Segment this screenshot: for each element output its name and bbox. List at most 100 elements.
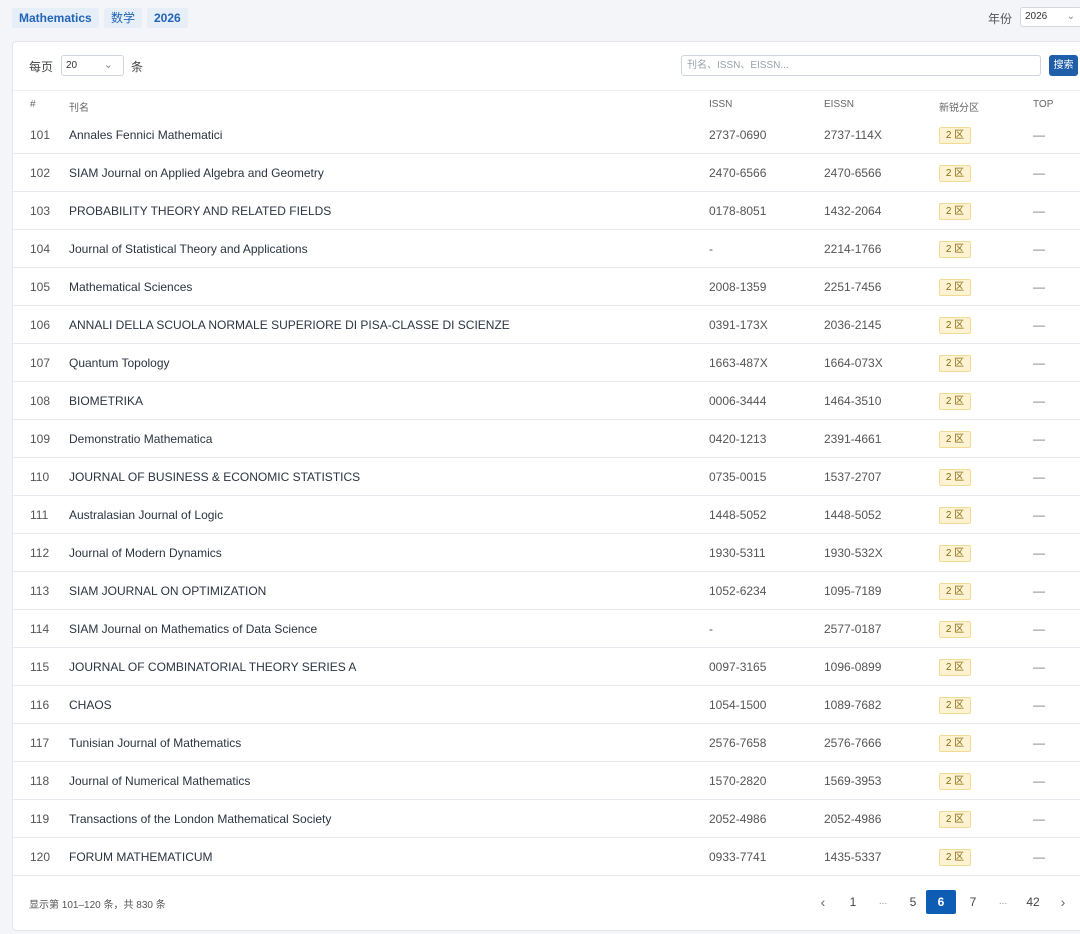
top-value: — — [1033, 698, 1045, 712]
journal-table-panel: 每页 20 ⌄ 条 搜索 # 刊名 ISSN EISSN 新锐分区 TOP 10… — [12, 41, 1080, 931]
journal-name[interactable]: ANNALI DELLA SCUOLA NORMALE SUPERIORE DI… — [69, 318, 510, 332]
table-row[interactable]: 115 JOURNAL OF COMBINATORIAL THEORY SERIE… — [13, 648, 1080, 686]
zone-badge: 2 区 — [939, 697, 971, 714]
page-button[interactable]: 5 — [898, 890, 928, 914]
row-number: 106 — [30, 318, 51, 332]
header-top: TOP — [1033, 99, 1054, 110]
table-row[interactable]: 114 SIAM Journal on Mathematics of Data S… — [13, 610, 1080, 648]
journal-name[interactable]: Australasian Journal of Logic — [69, 508, 223, 522]
page-button[interactable]: 42 — [1018, 890, 1048, 914]
table-row[interactable]: 103 PROBABILITY THEORY AND RELATED FIELDS… — [13, 192, 1080, 230]
table-row[interactable]: 107 Quantum Topology 1663-487X 1664-073X 2 区… — [13, 344, 1080, 382]
journal-name[interactable]: PROBABILITY THEORY AND RELATED FIELDS — [69, 204, 331, 218]
table-row[interactable]: 113 SIAM JOURNAL ON OPTIMIZATION 1052-6234… — [13, 572, 1080, 610]
table-row[interactable]: 101 Annales Fennici Mathematici 2737-0690 2… — [13, 116, 1080, 154]
journal-name[interactable]: SIAM Journal on Applied Algebra and Geom… — [69, 166, 324, 180]
table-row[interactable]: 102 SIAM Journal on Applied Algebra and G… — [13, 154, 1080, 192]
table-row[interactable]: 119 Transactions of the London Mathematic… — [13, 800, 1080, 838]
row-number: 115 — [30, 660, 50, 674]
zone-badge: 2 区 — [939, 849, 971, 866]
issn-value: 0006-3444 — [709, 394, 767, 408]
table-row[interactable]: 112 Journal of Modern Dynamics 1930-5311 19… — [13, 534, 1080, 572]
journal-name[interactable]: Journal of Numerical Mathematics — [69, 774, 250, 788]
journal-name[interactable]: SIAM Journal on Mathematics of Data Scie… — [69, 622, 317, 636]
zone-badge: 2 区 — [939, 773, 971, 790]
issn-value: 0178-8051 — [709, 204, 767, 218]
row-number: 103 — [30, 204, 51, 218]
issn-value: 0933-7741 — [709, 850, 767, 864]
table-row[interactable]: 106 ANNALI DELLA SCUOLA NORMALE SUPERIORE… — [13, 306, 1080, 344]
eissn-value: 1569-3953 — [824, 774, 882, 788]
journal-name[interactable]: Quantum Topology — [69, 356, 170, 370]
top-value: — — [1033, 774, 1045, 788]
zone-badge: 2 区 — [939, 583, 971, 600]
issn-value: 2576-7658 — [709, 736, 767, 750]
table-row[interactable]: 116 CHAOS 1054-1500 1089-7682 2 区 — — [13, 686, 1080, 724]
year-tag[interactable]: 2026 — [147, 8, 188, 28]
eissn-value: 1664-073X — [824, 356, 883, 370]
page-button[interactable]: 7 — [958, 890, 988, 914]
journal-name[interactable]: Transactions of the London Mathematical … — [69, 812, 331, 826]
journal-name[interactable]: JOURNAL OF BUSINESS & ECONOMIC STATISTIC… — [69, 470, 360, 484]
journal-name[interactable]: CHAOS — [69, 698, 112, 712]
journal-name[interactable]: JOURNAL OF COMBINATORIAL THEORY SERIES A — [69, 660, 356, 674]
table-row[interactable]: 108 BIOMETRIKA 0006-3444 1464-3510 2 区 — — [13, 382, 1080, 420]
per-page-unit: 条 — [131, 60, 144, 74]
zone-badge: 2 区 — [939, 735, 971, 752]
top-bar: Mathematics 数学 2026 年份 2026 ⌄ — [0, 0, 1080, 36]
issn-value: 0391-173X — [709, 318, 768, 332]
zone-badge: 2 区 — [939, 469, 971, 486]
zone-badge: 2 区 — [939, 317, 971, 334]
page-button[interactable]: 1 — [838, 890, 868, 914]
row-number: 113 — [30, 584, 50, 598]
search-input[interactable] — [681, 55, 1041, 76]
journal-name[interactable]: SIAM JOURNAL ON OPTIMIZATION — [69, 584, 266, 598]
journal-name[interactable]: Journal of Statistical Theory and Applic… — [69, 242, 308, 256]
top-value: — — [1033, 508, 1045, 522]
chevron-left-icon[interactable]: ‹ — [808, 890, 838, 914]
eissn-value: 1435-5337 — [824, 850, 882, 864]
eissn-value: 2251-7456 — [824, 280, 882, 294]
table-row[interactable]: 110 JOURNAL OF BUSINESS & ECONOMIC STATIS… — [13, 458, 1080, 496]
zone-badge: 2 区 — [939, 393, 971, 410]
table-row[interactable]: 105 Mathematical Sciences 2008-1359 2251-74… — [13, 268, 1080, 306]
per-page-label: 每页 — [29, 60, 54, 74]
zone-badge: 2 区 — [939, 203, 971, 220]
eissn-value: 1930-532X — [824, 546, 883, 560]
journal-name[interactable]: Mathematical Sciences — [69, 280, 192, 294]
page-button-active[interactable]: 6 — [926, 890, 956, 914]
table-row[interactable]: 118 Journal of Numerical Mathematics 1570-… — [13, 762, 1080, 800]
chevron-right-icon[interactable]: › — [1048, 890, 1078, 914]
row-number: 110 — [30, 470, 50, 484]
table-body: 101 Annales Fennici Mathematici 2737-0690 2… — [13, 116, 1080, 876]
issn-value: 1570-2820 — [709, 774, 767, 788]
top-value: — — [1033, 318, 1045, 332]
top-value: — — [1033, 584, 1045, 598]
top-value: — — [1033, 128, 1045, 142]
row-number: 117 — [30, 736, 50, 750]
journal-name[interactable]: Demonstratio Mathematica — [69, 432, 212, 446]
journal-name[interactable]: FORUM MATHEMATICUM — [69, 850, 213, 864]
table-row[interactable]: 117 Tunisian Journal of Mathematics 2576-7… — [13, 724, 1080, 762]
issn-value: 1052-6234 — [709, 584, 767, 598]
table-row[interactable]: 111 Australasian Journal of Logic 1448-505… — [13, 496, 1080, 534]
eissn-value: 1464-3510 — [824, 394, 882, 408]
subject-tag-cn[interactable]: 数学 — [104, 8, 143, 28]
per-page-select[interactable]: 20 ⌄ — [61, 55, 124, 76]
row-number: 107 — [30, 356, 51, 370]
search-button[interactable]: 搜索 — [1049, 55, 1078, 76]
header-issn: ISSN — [709, 99, 733, 110]
table-row[interactable]: 109 Demonstratio Mathematica 0420-1213 2391… — [13, 420, 1080, 458]
journal-name[interactable]: Annales Fennici Mathematici — [69, 128, 222, 142]
issn-value: 1930-5311 — [709, 546, 766, 560]
subject-tag-en[interactable]: Mathematics — [12, 8, 99, 28]
eissn-value: 2576-7666 — [824, 736, 882, 750]
journal-name[interactable]: Journal of Modern Dynamics — [69, 546, 222, 560]
journal-name[interactable]: BIOMETRIKA — [69, 394, 143, 408]
table-row[interactable]: 120 FORUM MATHEMATICUM 0933-7741 1435-5337 2… — [13, 838, 1080, 876]
journal-name[interactable]: Tunisian Journal of Mathematics — [69, 736, 241, 750]
issn-value: 1663-487X — [709, 356, 768, 370]
year-select[interactable]: 2026 ⌄ — [1020, 7, 1080, 27]
table-row[interactable]: 104 Journal of Statistical Theory and App… — [13, 230, 1080, 268]
top-value: — — [1033, 166, 1045, 180]
